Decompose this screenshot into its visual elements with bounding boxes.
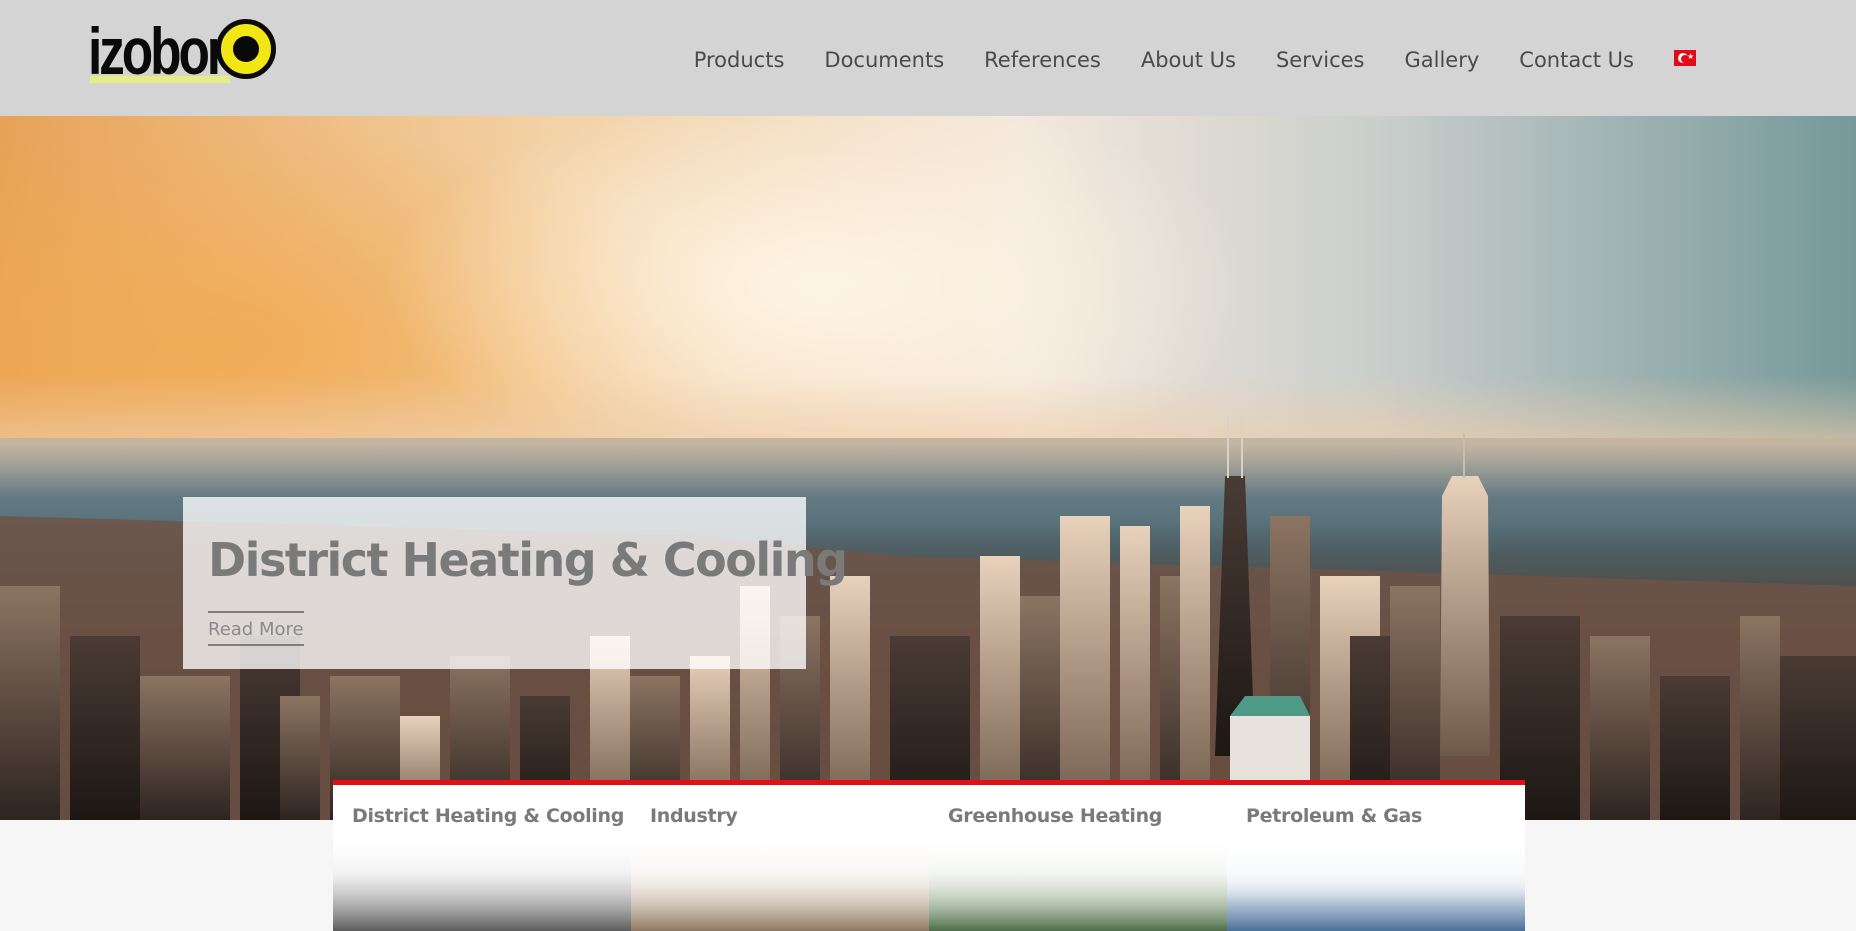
nav-item-contact-us[interactable]: Contact Us — [1519, 48, 1634, 72]
nav-item-references[interactable]: References — [984, 48, 1101, 72]
category-card-greenhouse-heating[interactable]: Greenhouse Heating — [929, 785, 1227, 931]
nav-item-about-us[interactable]: About Us — [1141, 48, 1236, 72]
read-more-link[interactable]: Read More — [208, 611, 304, 646]
nav-item-documents[interactable]: Documents — [824, 48, 944, 72]
nav-item-products[interactable]: Products — [694, 48, 785, 72]
company-logo[interactable]: izobor — [88, 16, 278, 88]
turkey-flag-icon[interactable]: ★ — [1674, 50, 1696, 66]
page: izobor Products Documents References Abo… — [0, 0, 1856, 931]
nav-item-services[interactable]: Services — [1276, 48, 1365, 72]
city-skyline-image — [0, 416, 1856, 820]
category-strip: District Heating & Cooling Industry Gree… — [333, 780, 1525, 931]
flag-star: ★ — [1687, 52, 1695, 61]
site-header: izobor Products Documents References Abo… — [0, 0, 1856, 116]
hero-title: District Heating & Cooling — [208, 533, 848, 587]
category-label: Greenhouse Heating — [948, 805, 1163, 827]
hero-caption-box: District Heating & Cooling Read More — [183, 497, 848, 669]
category-label: Petroleum & Gas — [1246, 805, 1423, 827]
hero-slider: District Heating & Cooling Read More — [0, 116, 1856, 820]
main-nav: Products Documents References About Us S… — [694, 40, 1696, 80]
category-label: Industry — [650, 805, 738, 827]
category-card-district-heating[interactable]: District Heating & Cooling — [333, 785, 631, 931]
logo-text: izobor — [88, 14, 227, 88]
category-card-industry[interactable]: Industry — [631, 785, 929, 931]
nav-item-gallery[interactable]: Gallery — [1405, 48, 1480, 72]
category-label: District Heating & Cooling — [352, 805, 625, 827]
category-card-petroleum-gas[interactable]: Petroleum & Gas — [1227, 785, 1525, 931]
logo-ring-icon — [216, 19, 276, 79]
